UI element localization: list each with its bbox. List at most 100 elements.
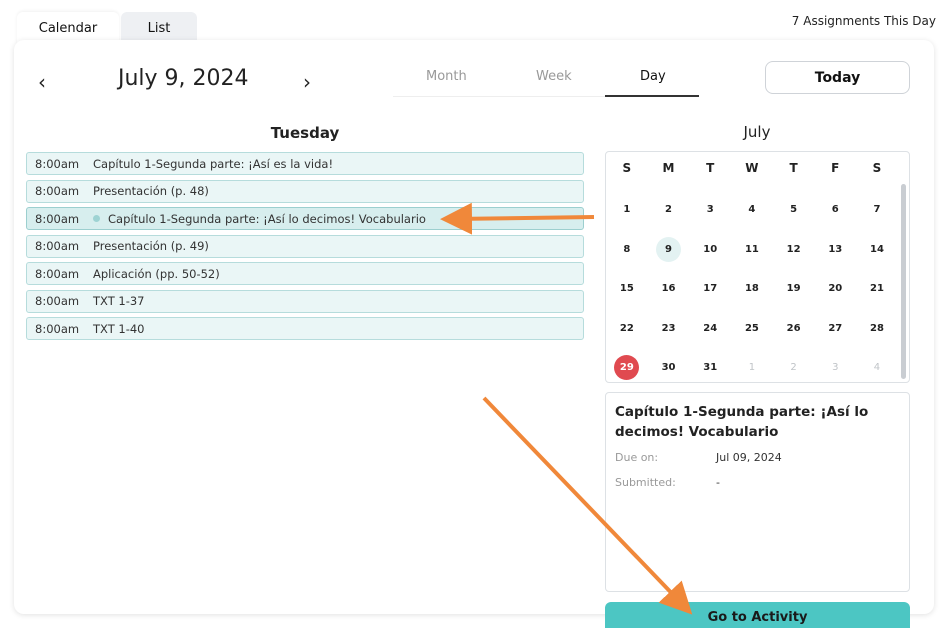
calendar-day[interactable]: 30 [648, 355, 690, 380]
event-time: 8:00am [35, 294, 80, 308]
today-button[interactable]: Today [765, 61, 910, 94]
calendar-day-number: 15 [619, 283, 634, 295]
calendar-week-row: 22 23 24 25 26 27 28 [606, 309, 898, 349]
calendar-day[interactable]: 2 [773, 355, 815, 380]
event-time: 8:00am [35, 184, 80, 198]
calendar-day[interactable]: 29 [606, 355, 648, 381]
calendar-day[interactable]: 7 [856, 197, 898, 222]
event-time: 8:00am [35, 156, 80, 171]
calendar-day-number: 14 [870, 243, 884, 255]
weekday-label: W [745, 161, 759, 175]
event-list: 8:00am Capítulo 1-Segunda parte: ¡Así es … [26, 152, 584, 345]
calendar-day[interactable]: 1 [606, 197, 648, 222]
day-heading: Tuesday [270, 124, 340, 142]
event-item[interactable]: 8:00am TXT 1-37 [26, 289, 584, 313]
prev-day-button[interactable]: ‹ [38, 70, 46, 94]
calendar-day[interactable]: 1 [731, 355, 773, 380]
next-day-button[interactable]: › [303, 70, 311, 94]
calendar-day-number: 9 [656, 236, 682, 262]
event-title: Aplicación (pp. 50-52) [93, 266, 220, 281]
assignment-title: Capítulo 1-Segunda parte: ¡Así lo decimo… [615, 404, 869, 440]
calendar-day[interactable]: 17 [689, 276, 731, 301]
event-time: 8:00am [35, 266, 80, 281]
calendar-day[interactable]: 14 [856, 237, 898, 262]
weekday-label: S [872, 161, 882, 175]
submitted-value: - [716, 476, 720, 489]
calendar-day[interactable]: 10 [689, 237, 731, 262]
event-item[interactable]: 8:00am TXT 1-40 [26, 317, 584, 340]
calendar-day[interactable]: 11 [731, 237, 773, 262]
current-date: July 9, 2024 [118, 66, 249, 91]
calendar-day[interactable]: 23 [648, 316, 690, 341]
calendar-day[interactable]: 18 [731, 276, 773, 301]
view-tab-day[interactable]: Day [640, 69, 666, 84]
calendar-day[interactable]: 26 [773, 316, 815, 341]
event-time: 8:00am [35, 321, 80, 336]
calendar-day[interactable]: 12 [773, 237, 815, 262]
calendar-day-number: 23 [661, 322, 676, 334]
calendar-day-number: 1 [623, 204, 631, 216]
weekday-label: F [831, 161, 840, 175]
calendar-day[interactable]: 2 [648, 197, 690, 222]
calendar-day[interactable]: 28 [856, 316, 898, 341]
calendar-day[interactable]: 8 [606, 237, 648, 262]
view-tab-week[interactable]: Week [536, 69, 572, 84]
calendar-day[interactable]: 24 [689, 316, 731, 341]
assignments-count: 7 Assignments This Day [791, 14, 936, 28]
calendar-day-number: 3 [706, 204, 714, 216]
calendar-day-number: 24 [703, 322, 718, 334]
calendar-day[interactable]: 5 [773, 197, 815, 222]
calendar-day-number: 25 [744, 322, 759, 334]
event-title: Presentación (p. 49) [93, 239, 209, 253]
calendar-day[interactable]: 21 [856, 276, 898, 301]
calendar-day-number: 6 [831, 204, 839, 216]
event-time: 8:00am [35, 211, 80, 226]
calendar-day[interactable]: 31 [689, 355, 731, 380]
calendar-day[interactable]: 6 [814, 197, 856, 222]
calendar-day[interactable]: 15 [606, 276, 648, 301]
calendar-day[interactable]: 3 [689, 197, 731, 222]
calendar-day-number: 4 [748, 204, 756, 216]
calendar-week-row: 15 16 17 18 19 20 21 [606, 269, 898, 309]
selected-dot-icon [93, 215, 100, 222]
event-title: TXT 1-37 [93, 294, 145, 308]
calendar-day[interactable]: 19 [773, 276, 815, 301]
event-item[interactable]: 8:00am Aplicación (pp. 50-52) [26, 262, 584, 285]
calendar-day-number: 8 [623, 243, 631, 255]
view-tab-month[interactable]: Month [426, 69, 467, 84]
mini-calendar: SMTWTFS 1 2 3 4 5 6 7 8 9 10 11 12 13 14 15 16 17 18 19 20 2… [605, 151, 910, 383]
calendar-day[interactable]: 22 [606, 316, 648, 341]
calendar-day[interactable]: 9 [648, 236, 690, 262]
calendar-week-row: 29 30 31 1 2 3 4 [606, 348, 898, 382]
calendar-day-number: 22 [619, 322, 634, 334]
calendar-day-number: 3 [832, 362, 839, 374]
event-title: TXT 1-40 [93, 321, 145, 336]
event-item[interactable]: 8:00am Presentación (p. 48) [26, 179, 584, 203]
calendar-day-number: 7 [873, 204, 881, 216]
calendar-day-number: 28 [870, 322, 884, 334]
event-item[interactable]: 8:00am Capítulo 1-Segunda parte: ¡Así es … [26, 152, 584, 175]
calendar-day-number: 21 [870, 283, 884, 295]
calendar-day-number: 31 [703, 362, 718, 374]
mini-calendar-month: July [743, 123, 771, 141]
calendar-scrollbar[interactable] [901, 184, 906, 379]
event-item[interactable]: 8:00am Presentación (p. 49) [26, 234, 584, 258]
calendar-day-number: 10 [703, 243, 718, 255]
calendar-day-number: 17 [703, 283, 718, 295]
calendar-day-number: 5 [790, 204, 798, 216]
submitted-label: Submitted: [615, 476, 676, 489]
calendar-day[interactable]: 27 [814, 316, 856, 341]
event-item[interactable]: 8:00am Capítulo 1-Segunda parte: ¡Así lo … [26, 207, 584, 230]
calendar-day[interactable]: 13 [814, 237, 856, 262]
calendar-day[interactable]: 4 [856, 355, 898, 380]
calendar-day-number: 30 [661, 362, 676, 374]
calendar-day[interactable]: 20 [814, 276, 856, 301]
calendar-day[interactable]: 16 [648, 276, 690, 301]
calendar-day-number: 1 [748, 362, 756, 374]
go-to-activity-button[interactable]: Go to Activity [605, 602, 910, 628]
calendar-day-number: 26 [786, 322, 801, 334]
calendar-grid: 1 2 3 4 5 6 7 8 9 10 11 12 13 14 15 16 17 18 19 20 21 22 23 24 2… [606, 190, 898, 382]
calendar-day[interactable]: 25 [731, 316, 773, 341]
calendar-day[interactable]: 4 [731, 197, 773, 222]
calendar-day[interactable]: 3 [814, 355, 856, 380]
